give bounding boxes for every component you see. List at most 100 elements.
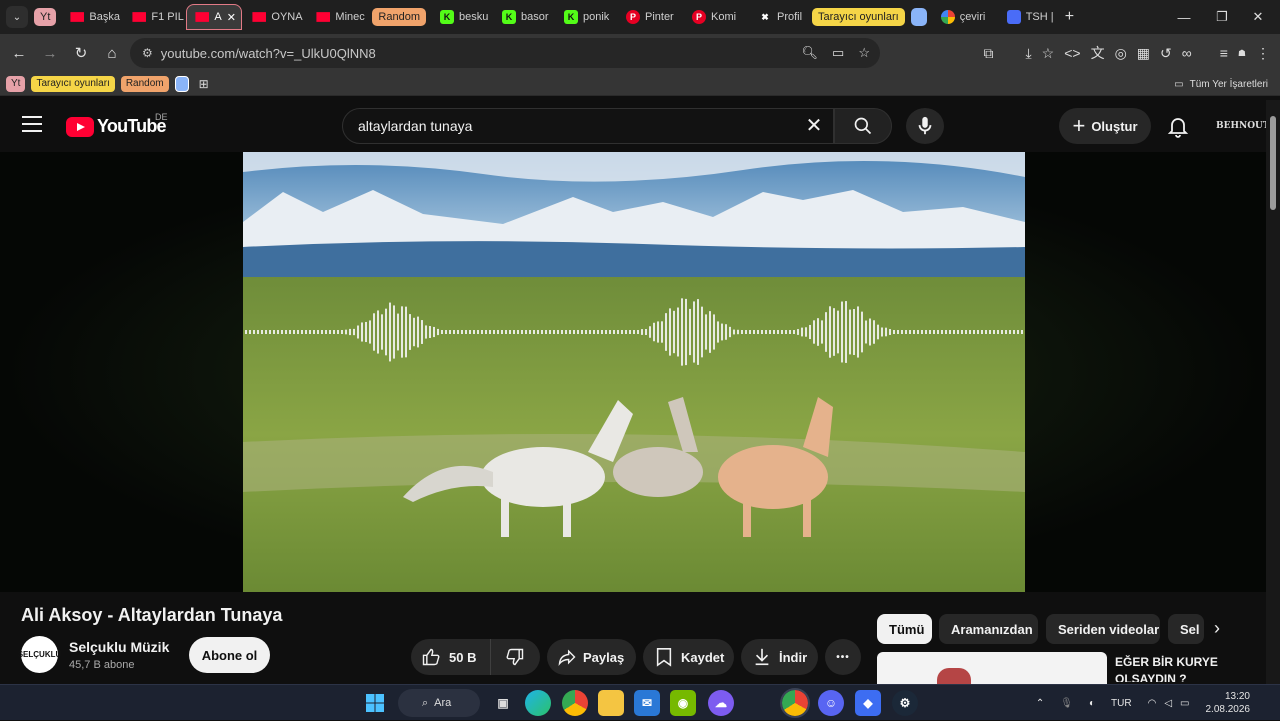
chips-next-icon[interactable]: ›	[1214, 618, 1220, 639]
zoom-icon[interactable]: 🔍︎	[802, 45, 819, 61]
browser-tab[interactable]: TSH |	[999, 4, 1055, 30]
browser-tab[interactable]: çeviri	[933, 4, 997, 30]
browser-tab[interactable]: Kbesku	[432, 4, 492, 30]
bookmark-star-icon[interactable]: ☆	[858, 45, 870, 61]
channel-avatar[interactable]: SELÇUKLU	[18, 636, 61, 673]
nvidia-icon[interactable]: ◉	[670, 690, 696, 716]
tray-mic-icon[interactable]: 🎙︎	[1060, 698, 1073, 709]
bookmark-group-chip[interactable]: Yt	[6, 75, 26, 92]
chrome-icon[interactable]	[562, 690, 588, 716]
page-scrollbar[interactable]	[1266, 100, 1280, 684]
close-tab-icon[interactable]: ✕	[227, 11, 236, 24]
address-bar[interactable]: ⚙ youtube.com/watch?v=_UlkU0QlNN8 🔍︎ ▭ ☆	[130, 38, 880, 68]
reload-icon[interactable]: ↻	[66, 38, 96, 68]
windows-start-icon[interactable]	[362, 690, 388, 716]
video-player[interactable]	[0, 152, 1266, 592]
apps-grid-icon[interactable]: ⊞	[199, 77, 209, 91]
save-button[interactable]: Kaydet	[643, 639, 734, 675]
screenshot-icon[interactable]: ◎	[1115, 45, 1127, 62]
browser-tab[interactable]: Başka	[62, 4, 122, 30]
media-icon[interactable]: ≡	[1220, 45, 1228, 61]
discord-icon[interactable]: ☺	[818, 690, 844, 716]
tab-group-chip[interactable]: Tarayıcı oyunları	[811, 8, 905, 26]
language-indicator[interactable]: TUR	[1111, 698, 1132, 709]
downloads-icon[interactable]: ⤓	[1025, 45, 1031, 62]
search-input[interactable]: altaylardan tunaya ✕	[342, 108, 834, 144]
tray-overflow-icon[interactable]: ⌃	[1036, 698, 1044, 709]
subscribe-button[interactable]: Abone ol	[189, 637, 270, 673]
bookmark-group-chip[interactable]: Random	[120, 75, 169, 92]
filter-chip[interactable]: Seriden videolar	[1046, 614, 1160, 644]
channel-name[interactable]: Selçuklu Müzik	[69, 639, 169, 655]
browser-tab[interactable]: Kbasor	[494, 4, 554, 30]
browser-tab[interactable]: P Komi	[684, 4, 748, 30]
account-avatar[interactable]: BEHNOUT	[1216, 114, 1270, 138]
filter-chip[interactable]: Aramanızdan	[939, 614, 1038, 644]
browser-tab[interactable]: Kponik	[556, 4, 616, 30]
task-view-icon[interactable]: ▣	[490, 690, 516, 716]
search-button[interactable]	[834, 108, 892, 144]
taskbar-search[interactable]: ⌕ Ara	[398, 689, 480, 717]
close-window-icon[interactable]: ✕	[1236, 0, 1280, 34]
clock[interactable]: 13:20 2.08.2026	[1206, 690, 1251, 716]
site-info-icon[interactable]: ⚙	[142, 46, 153, 60]
browser-tab[interactable]: Minec	[308, 4, 370, 30]
link-icon[interactable]: ∞	[1182, 45, 1192, 61]
devtools-icon[interactable]: <>	[1064, 45, 1080, 61]
hamburger-menu-icon[interactable]	[22, 116, 42, 132]
forward-icon[interactable]: →	[35, 38, 65, 68]
tab-groups-icon[interactable]: ▦	[1137, 45, 1150, 62]
cast-icon[interactable]: ▭	[832, 45, 844, 61]
download-button[interactable]: İndir	[741, 639, 818, 675]
new-tab-button[interactable]: +	[1065, 8, 1074, 26]
file-explorer-icon[interactable]	[598, 690, 624, 716]
create-button[interactable]: + Oluştur	[1059, 108, 1151, 144]
like-button[interactable]: 50 B	[411, 639, 491, 675]
recommendation-thumbnail[interactable]	[877, 652, 1107, 684]
bookmark-group-chip[interactable]: Tarayıcı oyunları	[31, 75, 115, 92]
bookmark-group-chip[interactable]	[174, 75, 189, 92]
browser-tab[interactable]: OYNA	[244, 4, 306, 30]
tab-group-chip[interactable]: Yt	[34, 8, 57, 26]
profile-icon[interactable]: ☗	[1238, 48, 1246, 59]
menu-icon[interactable]: ⋮	[1256, 45, 1270, 62]
edge-icon[interactable]	[525, 690, 551, 716]
battery-icon[interactable]: ▭	[1180, 698, 1189, 709]
share-button[interactable]: Paylaş	[547, 639, 636, 675]
clear-search-icon[interactable]: ✕	[803, 115, 825, 137]
chrome-profile-icon[interactable]	[780, 688, 810, 718]
tab-search-chevron-icon[interactable]: ⌄	[6, 6, 28, 28]
tab-group-chip[interactable]: Random	[372, 8, 426, 26]
favorites-icon[interactable]: ☆	[1042, 45, 1055, 62]
voice-search-button[interactable]	[906, 108, 944, 144]
tab-label: A	[214, 11, 222, 23]
translate-icon[interactable]: 文	[1091, 43, 1105, 63]
back-icon[interactable]: ←	[4, 38, 34, 68]
recommendation-title[interactable]: EĞER BİR KURYE OLSAYDIN ?	[1115, 654, 1265, 682]
steam-icon[interactable]: ⚙	[892, 690, 918, 716]
extensions-icon[interactable]: ⧉	[983, 45, 993, 62]
browser-tab[interactable]: F1 PIL	[124, 4, 184, 30]
more-actions-button[interactable]: •••	[825, 639, 861, 675]
scrollbar-thumb[interactable]	[1270, 116, 1276, 210]
browser-tab[interactable]: P Pinter	[618, 4, 682, 30]
notifications-bell-icon[interactable]	[1166, 114, 1190, 138]
roblox-icon[interactable]: ◆	[855, 690, 881, 716]
filter-chip[interactable]: Sel	[1168, 614, 1204, 644]
home-icon[interactable]: ⌂	[97, 38, 127, 68]
volume-icon[interactable]: ◁	[1164, 698, 1172, 709]
dislike-button[interactable]	[491, 639, 539, 675]
tray-vpn-icon[interactable]: ◐	[1089, 698, 1095, 709]
youtube-logo[interactable]: YouTube	[66, 116, 167, 137]
tab-label: F1 PIL	[151, 11, 184, 23]
all-bookmarks-link[interactable]: Tüm Yer İşaretleri	[1190, 79, 1268, 90]
browser-tab[interactable]: ✖ Profil	[750, 4, 810, 30]
wifi-icon[interactable]: ◠	[1148, 698, 1157, 709]
tab-group-chip[interactable]	[910, 8, 927, 26]
browser-tab[interactable]: A ✕	[186, 4, 243, 30]
history-icon[interactable]: ↺	[1160, 45, 1172, 62]
chat-app-icon[interactable]: ☁	[708, 690, 734, 716]
mail-icon[interactable]: ✉	[634, 690, 660, 716]
filter-chip[interactable]: Tümü	[877, 614, 932, 644]
video-frame[interactable]	[243, 152, 1025, 592]
